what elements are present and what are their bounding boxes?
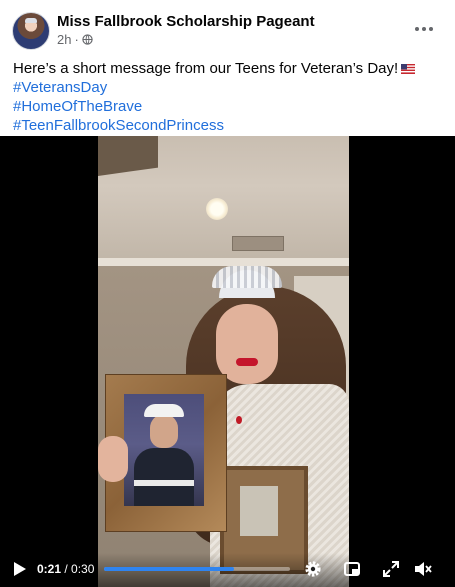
avatar-crown (25, 18, 37, 23)
settings-icon[interactable] (303, 559, 323, 579)
post-header: Miss Fallbrook Scholarship Pageant 2h · (0, 0, 455, 54)
tiara (202, 256, 292, 298)
air-vent (232, 236, 284, 251)
speaker-face (216, 304, 278, 384)
time-separator: / (61, 562, 72, 576)
post-timestamp[interactable]: 2h (57, 32, 71, 47)
progress-fill (104, 567, 235, 571)
ceiling-light (206, 198, 228, 220)
hashtag-teen-fallbrook-second-princess[interactable]: #TeenFallbrookSecondPrincess (13, 116, 443, 135)
post-message-line: Here’s a short message from our Teens fo… (13, 59, 443, 78)
video-player[interactable]: 0:21 / 0:30 (0, 136, 455, 587)
fullscreen-icon[interactable] (381, 559, 401, 579)
meta-separator: · (74, 32, 79, 47)
progress-bar[interactable] (104, 567, 290, 571)
post-meta: 2h · (57, 32, 93, 47)
muted-speaker-icon[interactable] (413, 559, 433, 579)
facebook-post: Miss Fallbrook Scholarship Pageant 2h · … (0, 0, 455, 587)
duration: 0:30 (71, 562, 95, 576)
video-controls: 0:21 / 0:30 (0, 553, 455, 587)
picture-in-picture-icon[interactable] (342, 559, 362, 579)
hashtag-home-of-the-brave[interactable]: #HomeOfTheBrave (13, 97, 443, 116)
page-name-link[interactable]: Miss Fallbrook Scholarship Pageant (57, 13, 315, 30)
time-display: 0:21 / 0:30 (37, 562, 94, 576)
post-message: Here’s a short message from our Teens fo… (13, 60, 399, 77)
hand (98, 436, 128, 482)
hashtag-veterans-day[interactable]: #VeteransDay (13, 78, 443, 97)
page-avatar[interactable] (12, 12, 50, 50)
globe-icon (82, 34, 93, 45)
post-text: Here’s a short message from our Teens fo… (13, 59, 443, 135)
play-icon[interactable] (10, 560, 28, 578)
current-time: 0:21 (37, 562, 62, 576)
more-options-icon[interactable] (409, 20, 439, 38)
us-flag-icon (401, 64, 416, 74)
video-frame (98, 136, 349, 587)
